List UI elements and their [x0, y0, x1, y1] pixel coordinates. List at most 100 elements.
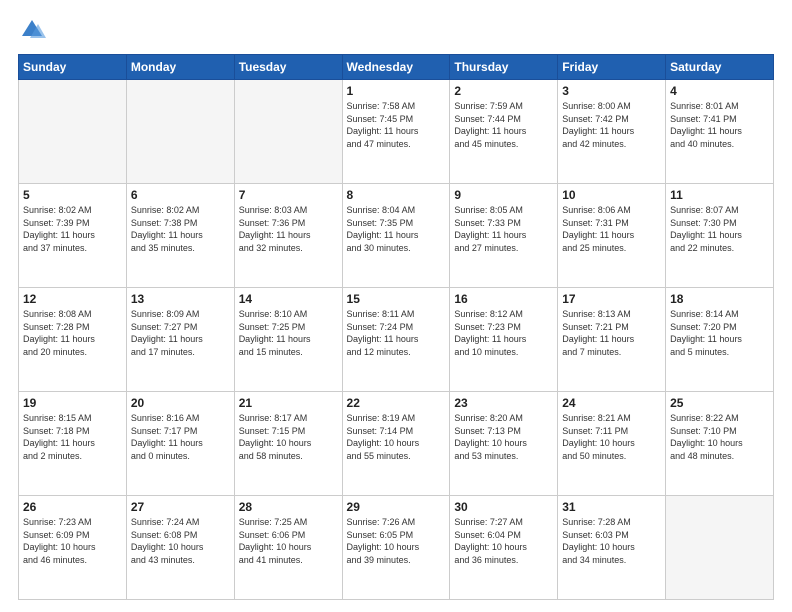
day-info: Sunrise: 7:59 AM Sunset: 7:44 PM Dayligh…: [454, 100, 553, 150]
calendar-cell: 30 Sunrise: 7:27 AM Sunset: 6:04 PM Dayli…: [450, 496, 558, 600]
day-info: Sunrise: 8:17 AM Sunset: 7:15 PM Dayligh…: [239, 412, 338, 462]
day-number: 24: [562, 396, 661, 410]
calendar-cell: 28Sunrise: 7:25 AM Sunset: 6:06 PM Dayli…: [234, 496, 342, 600]
day-number: 12: [23, 292, 122, 306]
day-number: 5: [23, 188, 122, 202]
calendar-cell: 12 Sunrise: 8:08 AM Sunset: 7:28 PM Dayli…: [19, 288, 127, 392]
day-info: Sunrise: 8:15 AM Sunset: 7:18 PM Dayligh…: [23, 412, 122, 462]
day-info: Sunrise: 7:58 AM Sunset: 7:45 PM Dayligh…: [347, 100, 446, 150]
day-number: 27: [131, 500, 230, 514]
week-row-2: 5 Sunrise: 8:02 AM Sunset: 7:39 PM Daylig…: [19, 184, 774, 288]
day-number: 6: [131, 188, 230, 202]
day-info: Sunrise: 8:16 AM Sunset: 7:17 PM Dayligh…: [131, 412, 230, 462]
week-row-1: 1 Sunrise: 7:58 AM Sunset: 7:45 PM Daylig…: [19, 80, 774, 184]
calendar-cell: [666, 496, 774, 600]
calendar-cell: 27Sunrise: 7:24 AM Sunset: 6:08 PM Dayli…: [126, 496, 234, 600]
weekday-header-saturday: Saturday: [666, 55, 774, 80]
day-number: 10: [562, 188, 661, 202]
day-number: 30: [454, 500, 553, 514]
day-info: Sunrise: 8:11 AM Sunset: 7:24 PM Dayligh…: [347, 308, 446, 358]
calendar-table: SundayMondayTuesdayWednesdayThursdayFrid…: [18, 54, 774, 600]
calendar-cell: 7 Sunrise: 8:03 AM Sunset: 7:36 PM Daylig…: [234, 184, 342, 288]
logo-icon: [18, 16, 46, 44]
day-info: Sunrise: 7:28 AM Sunset: 6:03 PM Dayligh…: [562, 516, 661, 566]
day-number: 22: [347, 396, 446, 410]
week-row-4: 19 Sunrise: 8:15 AM Sunset: 7:18 PM Dayli…: [19, 392, 774, 496]
weekday-header-friday: Friday: [558, 55, 666, 80]
day-number: 19: [23, 396, 122, 410]
day-info: Sunrise: 7:23 AM Sunset: 6:09 PM Dayligh…: [23, 516, 122, 566]
logo: [18, 16, 50, 44]
day-number: 7: [239, 188, 338, 202]
day-number: 2: [454, 84, 553, 98]
day-info: Sunrise: 8:01 AM Sunset: 7:41 PM Dayligh…: [670, 100, 769, 150]
day-info: Sunrise: 8:19 AM Sunset: 7:14 PM Dayligh…: [347, 412, 446, 462]
day-info: Sunrise: 8:08 AM Sunset: 7:28 PM Dayligh…: [23, 308, 122, 358]
page-container: SundayMondayTuesdayWednesdayThursdayFrid…: [0, 0, 792, 612]
week-row-3: 12 Sunrise: 8:08 AM Sunset: 7:28 PM Dayli…: [19, 288, 774, 392]
day-number: 14: [239, 292, 338, 306]
day-info: Sunrise: 8:10 AM Sunset: 7:25 PM Dayligh…: [239, 308, 338, 358]
day-number: 28: [239, 500, 338, 514]
calendar-cell: 18 Sunrise: 8:14 AM Sunset: 7:20 PM Dayli…: [666, 288, 774, 392]
day-info: Sunrise: 8:02 AM Sunset: 7:38 PM Dayligh…: [131, 204, 230, 254]
calendar-cell: 19 Sunrise: 8:15 AM Sunset: 7:18 PM Dayli…: [19, 392, 127, 496]
day-info: Sunrise: 8:05 AM Sunset: 7:33 PM Dayligh…: [454, 204, 553, 254]
day-number: 4: [670, 84, 769, 98]
day-info: Sunrise: 8:13 AM Sunset: 7:21 PM Dayligh…: [562, 308, 661, 358]
day-number: 31: [562, 500, 661, 514]
day-info: Sunrise: 7:26 AM Sunset: 6:05 PM Dayligh…: [347, 516, 446, 566]
calendar-cell: 15 Sunrise: 8:11 AM Sunset: 7:24 PM Dayli…: [342, 288, 450, 392]
day-number: 26: [23, 500, 122, 514]
calendar-cell: 11 Sunrise: 8:07 AM Sunset: 7:30 PM Dayli…: [666, 184, 774, 288]
calendar-cell: 6 Sunrise: 8:02 AM Sunset: 7:38 PM Daylig…: [126, 184, 234, 288]
weekday-header-tuesday: Tuesday: [234, 55, 342, 80]
calendar-cell: 24 Sunrise: 8:21 AM Sunset: 7:11 PM Dayli…: [558, 392, 666, 496]
calendar-cell: 14 Sunrise: 8:10 AM Sunset: 7:25 PM Dayli…: [234, 288, 342, 392]
calendar-cell: 10Sunrise: 8:06 AM Sunset: 7:31 PM Dayli…: [558, 184, 666, 288]
weekday-header-monday: Monday: [126, 55, 234, 80]
weekday-header-sunday: Sunday: [19, 55, 127, 80]
week-row-5: 26 Sunrise: 7:23 AM Sunset: 6:09 PM Dayli…: [19, 496, 774, 600]
day-number: 1: [347, 84, 446, 98]
day-number: 17: [562, 292, 661, 306]
day-number: 3: [562, 84, 661, 98]
calendar-cell: 4 Sunrise: 8:01 AM Sunset: 7:41 PM Daylig…: [666, 80, 774, 184]
day-info: Sunrise: 8:21 AM Sunset: 7:11 PM Dayligh…: [562, 412, 661, 462]
weekday-header-row: SundayMondayTuesdayWednesdayThursdayFrid…: [19, 55, 774, 80]
calendar-cell: 2 Sunrise: 7:59 AM Sunset: 7:44 PM Daylig…: [450, 80, 558, 184]
calendar-cell: 26 Sunrise: 7:23 AM Sunset: 6:09 PM Dayli…: [19, 496, 127, 600]
weekday-header-thursday: Thursday: [450, 55, 558, 80]
day-info: Sunrise: 8:00 AM Sunset: 7:42 PM Dayligh…: [562, 100, 661, 150]
day-number: 29: [347, 500, 446, 514]
header: [18, 16, 774, 44]
day-number: 8: [347, 188, 446, 202]
day-info: Sunrise: 8:03 AM Sunset: 7:36 PM Dayligh…: [239, 204, 338, 254]
day-info: Sunrise: 7:27 AM Sunset: 6:04 PM Dayligh…: [454, 516, 553, 566]
day-info: Sunrise: 8:14 AM Sunset: 7:20 PM Dayligh…: [670, 308, 769, 358]
calendar-cell: 16Sunrise: 8:12 AM Sunset: 7:23 PM Dayli…: [450, 288, 558, 392]
day-number: 25: [670, 396, 769, 410]
day-number: 18: [670, 292, 769, 306]
day-info: Sunrise: 8:04 AM Sunset: 7:35 PM Dayligh…: [347, 204, 446, 254]
calendar-cell: [126, 80, 234, 184]
weekday-header-wednesday: Wednesday: [342, 55, 450, 80]
day-info: Sunrise: 8:20 AM Sunset: 7:13 PM Dayligh…: [454, 412, 553, 462]
calendar-cell: 23 Sunrise: 8:20 AM Sunset: 7:13 PM Dayli…: [450, 392, 558, 496]
calendar-cell: [19, 80, 127, 184]
day-number: 16: [454, 292, 553, 306]
calendar-cell: 20Sunrise: 8:16 AM Sunset: 7:17 PM Dayli…: [126, 392, 234, 496]
day-info: Sunrise: 8:07 AM Sunset: 7:30 PM Dayligh…: [670, 204, 769, 254]
calendar-cell: 22 Sunrise: 8:19 AM Sunset: 7:14 PM Dayli…: [342, 392, 450, 496]
calendar-cell: 8 Sunrise: 8:04 AM Sunset: 7:35 PM Daylig…: [342, 184, 450, 288]
calendar-cell: 25Sunrise: 8:22 AM Sunset: 7:10 PM Dayli…: [666, 392, 774, 496]
day-info: Sunrise: 8:02 AM Sunset: 7:39 PM Dayligh…: [23, 204, 122, 254]
day-number: 21: [239, 396, 338, 410]
day-number: 11: [670, 188, 769, 202]
day-number: 23: [454, 396, 553, 410]
calendar-cell: 3 Sunrise: 8:00 AM Sunset: 7:42 PM Daylig…: [558, 80, 666, 184]
day-number: 13: [131, 292, 230, 306]
calendar-cell: 1 Sunrise: 7:58 AM Sunset: 7:45 PM Daylig…: [342, 80, 450, 184]
day-number: 15: [347, 292, 446, 306]
calendar-cell: 17 Sunrise: 8:13 AM Sunset: 7:21 PM Dayli…: [558, 288, 666, 392]
